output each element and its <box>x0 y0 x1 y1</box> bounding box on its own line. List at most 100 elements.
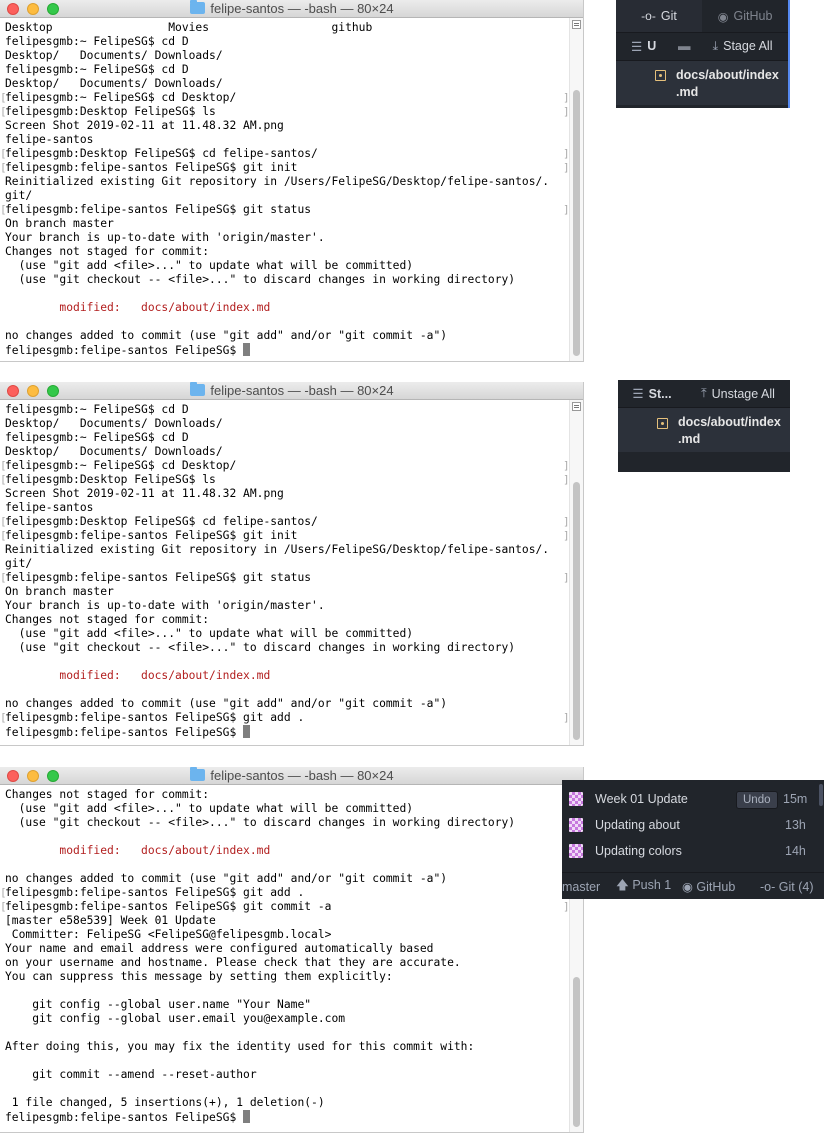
terminal-line: no changes added to commit (use "git add… <box>5 697 447 711</box>
terminal-line: (use "git checkout -- <file>..." to disc… <box>5 273 516 287</box>
terminal-line-text: 1 file changed, 5 insertions(+), 1 delet… <box>5 1096 325 1109</box>
terminal-line: felipesgmb:~ FelipeSG$ cd D <box>5 35 189 49</box>
terminal-line: git/ <box>5 189 32 203</box>
scrollbar-thumb[interactable] <box>819 784 823 806</box>
window-titlebar[interactable]: felipe-santos — -bash — 80×24 <box>0 382 583 400</box>
window-titlebar[interactable]: felipe-santos — -bash — 80×24 <box>0 767 583 785</box>
bookmark-left-mark: [ <box>0 900 7 913</box>
terminal-output[interactable]: Changes not staged for commit: (use "git… <box>0 785 570 1132</box>
terminal-line: git/ <box>5 557 32 571</box>
scrollbar-thumb[interactable] <box>573 977 580 1127</box>
terminal-line-text: On branch master <box>5 585 114 598</box>
view-toggle-button[interactable]: ▬ <box>671 32 697 60</box>
modified-file-icon <box>655 70 666 81</box>
file-path-ext: .md <box>678 432 701 446</box>
terminal-line: felipesgmb:felipe-santos FelipeSG$ git a… <box>5 886 304 900</box>
terminal-line: Your branch is up-to-date with 'origin/m… <box>5 599 325 613</box>
github-icon: ◉ <box>682 880 693 894</box>
folder-icon <box>190 0 206 14</box>
terminal-line-text: Desktop/ Documents/ Downloads/ <box>5 417 223 430</box>
terminal-line-text: (use "git add <file>..." to update what … <box>5 259 414 272</box>
terminal-line-text: git commit --amend --reset-author <box>5 1068 257 1081</box>
scroll-options-icon[interactable] <box>572 20 581 29</box>
terminal-line-text: no changes added to commit (use "git add… <box>5 872 448 885</box>
terminal-line-text: You can suppress this message by setting… <box>5 970 393 983</box>
terminal-line: felipesgmb:felipe-santos FelipeSG$ git i… <box>5 529 297 543</box>
tab-github[interactable]: ◉ GitHub <box>702 0 788 32</box>
terminal-line: felipesgmb:felipe-santos FelipeSG$ <box>5 1110 251 1124</box>
text-cursor <box>243 343 251 356</box>
undo-commit-button[interactable]: Undo <box>736 791 778 809</box>
push-button[interactable]: 🡅 Push 1 <box>616 876 682 897</box>
terminal-line-text: git config --global user.email you@examp… <box>5 1012 346 1025</box>
git-status-button[interactable]: -o- Git (4) <box>760 880 814 894</box>
terminal-line-text: git/ <box>5 557 33 570</box>
terminal-line-text: felipesgmb:~ FelipeSG$ cd D <box>5 63 189 76</box>
file-list-item[interactable]: docs/about/index .md <box>616 61 788 105</box>
staged-label: St... <box>648 386 672 401</box>
terminal-line: Desktop/ Documents/ Downloads/ <box>5 77 223 91</box>
vertical-scrollbar[interactable] <box>569 400 583 745</box>
terminal-line-text: Changes not staged for commit: <box>5 613 210 626</box>
scroll-options-icon[interactable] <box>572 402 581 411</box>
terminal-line: (use "git checkout -- <file>..." to disc… <box>5 641 516 655</box>
terminal-line-text: felipesgmb:felipe-santos FelipeSG$ <box>5 1111 244 1124</box>
author-avatar <box>569 844 583 858</box>
github-status-button[interactable]: ◉ GitHub <box>682 879 760 894</box>
terminal-line: Reinitialized existing Git repository in… <box>5 175 549 189</box>
terminal-line-text: (use "git add <file>..." to update what … <box>5 627 414 640</box>
terminal-line: felipesgmb:felipe-santos FelipeSG$ git a… <box>5 711 304 725</box>
commit-list-item[interactable]: Updating colors 14h <box>562 838 824 864</box>
tab-git[interactable]: -o- Git <box>616 0 702 32</box>
terminal-line: felipesgmb:felipe-santos FelipeSG$ <box>5 725 251 739</box>
terminal-line: git config --global user.email you@examp… <box>5 1012 345 1026</box>
terminal-line: Screen Shot 2019-02-11 at 11.48.32 AM.pn… <box>5 119 284 133</box>
terminal-line: modified: docs/about/index.md <box>5 301 270 315</box>
terminal-line-text: felipesgmb:~ FelipeSG$ cd D <box>5 403 189 416</box>
git-commit-icon: -o- <box>760 879 776 894</box>
terminal-line-text: On branch master <box>5 217 114 230</box>
scrollbar-thumb[interactable] <box>573 90 580 356</box>
terminal-line-text: Desktop Movies github <box>5 21 373 34</box>
terminal-line: no changes added to commit (use "git add… <box>5 329 447 343</box>
arrow-up-icon: 🡅 <box>616 878 629 892</box>
terminal-line: Your branch is up-to-date with 'origin/m… <box>5 231 325 245</box>
branch-name[interactable]: master <box>562 880 612 894</box>
terminal-line: Changes not staged for commit: <box>5 788 209 802</box>
terminal-line: git commit --amend --reset-author <box>5 1068 257 1082</box>
unstage-all-button[interactable]: ⤒ Unstage All <box>686 380 790 407</box>
recent-commits-panel: Week 01 Update Undo 15m Updating about 1… <box>562 780 824 899</box>
terminal-line: Desktop/ Documents/ Downloads/ <box>5 417 223 431</box>
download-icon: ⤓ <box>712 38 719 53</box>
commit-message: Updating colors <box>595 844 682 858</box>
terminal-line: no changes added to commit (use "git add… <box>5 872 447 886</box>
terminal-output[interactable]: Desktop Movies github felipesgmb:~ Felipe… <box>0 18 570 361</box>
terminal-line-text: Screen Shot 2019-02-11 at 11.48.32 AM.pn… <box>5 487 284 500</box>
terminal-line-text: felipesgmb:~ FelipeSG$ cd D <box>5 431 189 444</box>
author-avatar <box>569 818 583 832</box>
terminal-output[interactable]: felipesgmb:~ FelipeSG$ cd D Desktop/ Docu… <box>0 400 570 745</box>
terminal-line-text: felipesgmb:~ FelipeSG$ cd D <box>5 35 189 48</box>
unstaged-changes-header[interactable]: ☰ U <box>616 32 671 60</box>
stage-all-button[interactable]: ⤓ Stage All <box>697 32 788 60</box>
modified-file-icon <box>657 418 668 429</box>
file-list-item[interactable]: docs/about/index .md <box>618 408 790 452</box>
commit-list-item[interactable]: Week 01 Update Undo 15m <box>562 786 824 812</box>
terminal-line: modified: docs/about/index.md <box>5 669 270 683</box>
terminal-line: felipesgmb:~ FelipeSG$ cd D <box>5 431 189 445</box>
terminal-window-1: felipe-santos — -bash — 80×24 Desktop Mo… <box>0 0 584 362</box>
toggle-icon: ▬ <box>677 39 691 53</box>
terminal-line-text: felipesgmb:felipe-santos FelipeSG$ git s… <box>5 571 312 584</box>
window-titlebar[interactable]: felipe-santos — -bash — 80×24 <box>0 0 583 18</box>
git-commit-icon: -o- <box>641 9 656 23</box>
upload-icon: ⤒ <box>701 386 707 400</box>
scrollbar-thumb[interactable] <box>573 482 580 740</box>
terminal-line-text: (use "git checkout -- <file>..." to disc… <box>5 273 516 286</box>
terminal-line: Committer: FelipeSG <FelipeSG@felipesgmb… <box>5 928 332 942</box>
vertical-scrollbar[interactable] <box>569 18 583 361</box>
staged-changes-header[interactable]: ☰ St... <box>618 380 686 407</box>
status-bar: master 🡅 Push 1 ◉ GitHub -o- Git (4) <box>562 872 824 900</box>
commit-list-item[interactable]: Updating about 13h <box>562 812 824 838</box>
terminal-line-text: felipesgmb:Desktop FelipeSG$ cd felipe-s… <box>5 147 318 160</box>
terminal-line: (use "git checkout -- <file>..." to disc… <box>5 816 516 830</box>
